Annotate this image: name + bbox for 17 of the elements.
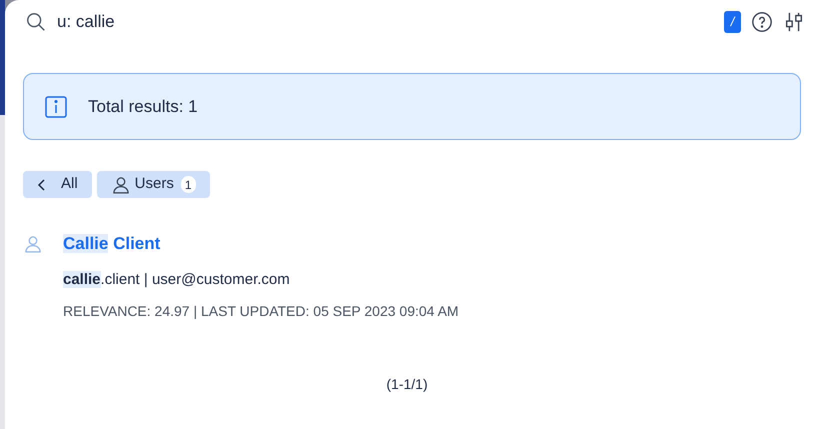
count-badge: 1 [180, 176, 196, 193]
info-icon [44, 94, 68, 118]
user-icon [23, 234, 43, 254]
result-meta: RELEVANCE: 24.97 | LAST UPDATED: 05 SEP 2023 09:04 AM [63, 302, 459, 321]
shortcut-key: / [724, 11, 741, 33]
back-chip[interactable]: All [23, 171, 92, 198]
sliders-icon[interactable] [783, 10, 805, 34]
result-login: callie.client | user@customer.com [63, 270, 291, 290]
help-icon[interactable] [751, 11, 773, 33]
user-icon [110, 174, 131, 194]
result-title[interactable]: Callie Client [63, 231, 459, 256]
chevron-left-icon [37, 178, 47, 192]
total-results: Total results: 1 [88, 96, 198, 118]
search-icon [25, 11, 47, 33]
search-field[interactable]: u: callie [57, 9, 714, 35]
pagination: (1-1/1) [386, 375, 428, 394]
users-chip[interactable]: Users 1 [96, 171, 210, 198]
